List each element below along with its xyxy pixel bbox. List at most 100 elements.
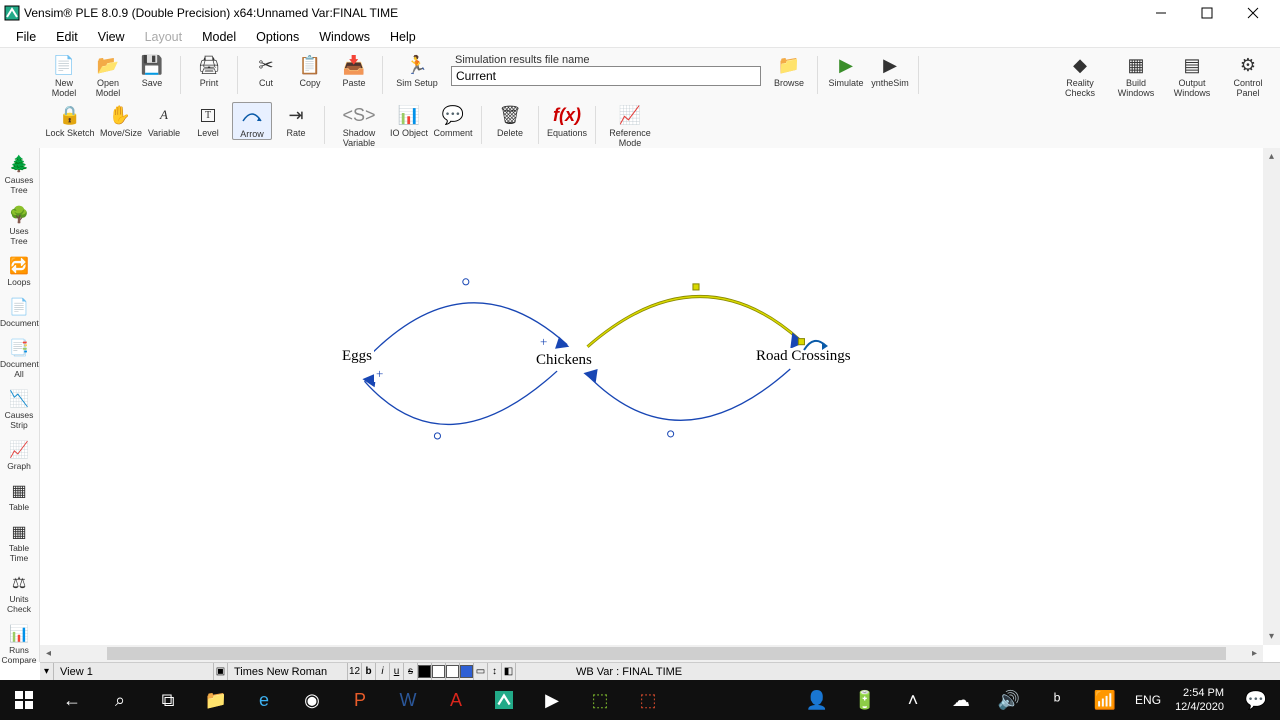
menu-windows[interactable]: Windows	[309, 28, 380, 46]
document-button[interactable]: 📄Document	[0, 293, 38, 334]
sim-setup-button[interactable]: 🏃Sim Setup	[391, 52, 443, 88]
menu-edit[interactable]: Edit	[46, 28, 88, 46]
back-icon[interactable]: ←	[48, 680, 96, 720]
comment-button[interactable]: 💬Comment	[433, 102, 473, 138]
lang-indicator[interactable]: ENG	[1129, 680, 1167, 720]
paste-button[interactable]: 📥Paste	[334, 52, 374, 88]
swatch-bg[interactable]	[446, 665, 459, 678]
new-model-button[interactable]: 📄New Model	[44, 52, 84, 98]
minimize-button[interactable]	[1138, 0, 1184, 26]
reality-checks-button[interactable]: ◆Reality Checks	[1054, 52, 1106, 98]
font-size[interactable]: 12	[348, 663, 362, 680]
volume-icon[interactable]: 🔊	[985, 680, 1033, 720]
reference-mode-button[interactable]: 📈Reference Mode	[604, 102, 656, 148]
menu-file[interactable]: File	[6, 28, 46, 46]
menu-layout[interactable]: Layout	[135, 28, 193, 46]
delete-button[interactable]: 🗑Delete	[490, 102, 530, 138]
font-name[interactable]: Times New Roman	[228, 663, 348, 680]
scroll-thumb[interactable]	[107, 647, 1226, 660]
italic-toggle[interactable]: i	[376, 663, 390, 680]
camtasia-icon[interactable]: ⬚	[576, 680, 624, 720]
status-extra-3[interactable]: ◧	[502, 663, 516, 680]
swatch-white[interactable]	[432, 665, 445, 678]
start-button[interactable]	[0, 680, 48, 720]
lock-sketch-button[interactable]: 🔒Lock Sketch	[44, 102, 96, 138]
status-icon-2[interactable]: ▣	[214, 663, 228, 680]
output-windows-button[interactable]: ▤Output Windows	[1166, 52, 1218, 98]
status-extra-2[interactable]: ↕	[488, 663, 502, 680]
menu-model[interactable]: Model	[192, 28, 246, 46]
notifications-icon[interactable]: 💬	[1232, 680, 1280, 720]
equations-button[interactable]: f(x)Equations	[547, 102, 587, 138]
uses-tree-button[interactable]: 🌳Uses Tree	[0, 201, 38, 252]
acrobat-icon[interactable]: A	[432, 680, 480, 720]
vertical-scrollbar[interactable]: ▴ ▾	[1263, 148, 1280, 645]
menu-options[interactable]: Options	[246, 28, 309, 46]
tray-up-icon[interactable]: ˄	[889, 680, 937, 720]
search-icon[interactable]: ⌕	[96, 680, 144, 720]
horizontal-scrollbar[interactable]: ◂ ▸	[40, 645, 1263, 662]
units-check-button[interactable]: ⚖Units Check	[0, 569, 38, 620]
causes-strip-button[interactable]: 📉Causes Strip	[0, 385, 38, 436]
copy-button[interactable]: 📋Copy	[290, 52, 330, 88]
var-eggs[interactable]: Eggs	[340, 348, 374, 365]
build-windows-button[interactable]: ▦Build Windows	[1110, 52, 1162, 98]
swatch-black[interactable]	[418, 665, 431, 678]
arrow-button[interactable]: Arrow	[232, 102, 272, 140]
strike-toggle[interactable]: s	[404, 663, 418, 680]
scroll-down-icon[interactable]: ▾	[1263, 628, 1280, 645]
canvas-area[interactable]: Eggs Chickens Road Crossings + + ▴ ▾ ◂ ▸	[40, 148, 1280, 662]
var-chickens[interactable]: Chickens	[534, 352, 594, 369]
task-view-icon[interactable]: ⧉	[144, 680, 192, 720]
view-name[interactable]: View 1	[54, 663, 214, 680]
io-object-button[interactable]: 📊IO Object	[389, 102, 429, 138]
browse-button[interactable]: 📁Browse	[769, 52, 809, 88]
document-all-button[interactable]: 📑Document All	[0, 334, 38, 385]
move-size-button[interactable]: ✋Move/Size	[100, 102, 140, 138]
media-player-icon[interactable]: ▶	[528, 680, 576, 720]
table-time-button[interactable]: ▦Table Time	[0, 518, 38, 569]
people-icon[interactable]: 👤	[793, 680, 841, 720]
variable-button[interactable]: AVariable	[144, 102, 184, 138]
battery-icon[interactable]: 🔋	[841, 680, 889, 720]
status-icon-1[interactable]: ▾	[40, 663, 54, 680]
shadow-variable-button[interactable]: <S>Shadow Variable	[333, 102, 385, 148]
word-icon[interactable]: W	[384, 680, 432, 720]
causes-tree-button[interactable]: 🌲Causes Tree	[0, 150, 38, 201]
chrome-icon[interactable]: ◉	[288, 680, 336, 720]
graph-button[interactable]: 📈Graph	[0, 436, 38, 477]
scroll-up-icon[interactable]: ▴	[1263, 148, 1280, 165]
menu-help[interactable]: Help	[380, 28, 426, 46]
status-extra-1[interactable]: ▭	[474, 663, 488, 680]
powerpoint-icon[interactable]: P	[336, 680, 384, 720]
cut-button[interactable]: ✂Cut	[246, 52, 286, 88]
simulate-button[interactable]: ▶Simulate	[826, 52, 866, 88]
scroll-right-icon[interactable]: ▸	[1246, 645, 1263, 662]
bold-toggle[interactable]: b	[362, 663, 376, 680]
recorder-icon[interactable]: ⬚	[624, 680, 672, 720]
save-button[interactable]: 💾Save	[132, 52, 172, 88]
level-button[interactable]: TLevel	[188, 102, 228, 138]
synthesim-button[interactable]: ▶yntheSim	[870, 52, 910, 88]
beats-icon[interactable]: ᵇ	[1033, 680, 1081, 720]
edge-icon[interactable]: e	[240, 680, 288, 720]
print-button[interactable]: 🖨Print	[189, 52, 229, 88]
open-model-button[interactable]: 📂Open Model	[88, 52, 128, 98]
table-button[interactable]: ▦Table	[0, 477, 38, 518]
maximize-button[interactable]	[1184, 0, 1230, 26]
loops-button[interactable]: 🔁Loops	[0, 252, 38, 293]
runs-compare-button[interactable]: 📊Runs Compare	[0, 620, 38, 671]
underline-toggle[interactable]: u	[390, 663, 404, 680]
close-button[interactable]	[1230, 0, 1276, 26]
clock[interactable]: 2:54 PM 12/4/2020	[1167, 686, 1232, 714]
swatch-blue[interactable]	[460, 665, 473, 678]
scroll-left-icon[interactable]: ◂	[40, 645, 57, 662]
rate-button[interactable]: ⇥Rate	[276, 102, 316, 138]
onedrive-icon[interactable]: ☁	[937, 680, 985, 720]
menu-view[interactable]: View	[88, 28, 135, 46]
wifi-icon[interactable]: 📶	[1081, 680, 1129, 720]
vensim-icon[interactable]	[480, 680, 528, 720]
file-explorer-icon[interactable]: 📁	[192, 680, 240, 720]
sim-file-input[interactable]	[451, 66, 761, 86]
control-panel-button[interactable]: ⚙Control Panel	[1222, 52, 1274, 98]
